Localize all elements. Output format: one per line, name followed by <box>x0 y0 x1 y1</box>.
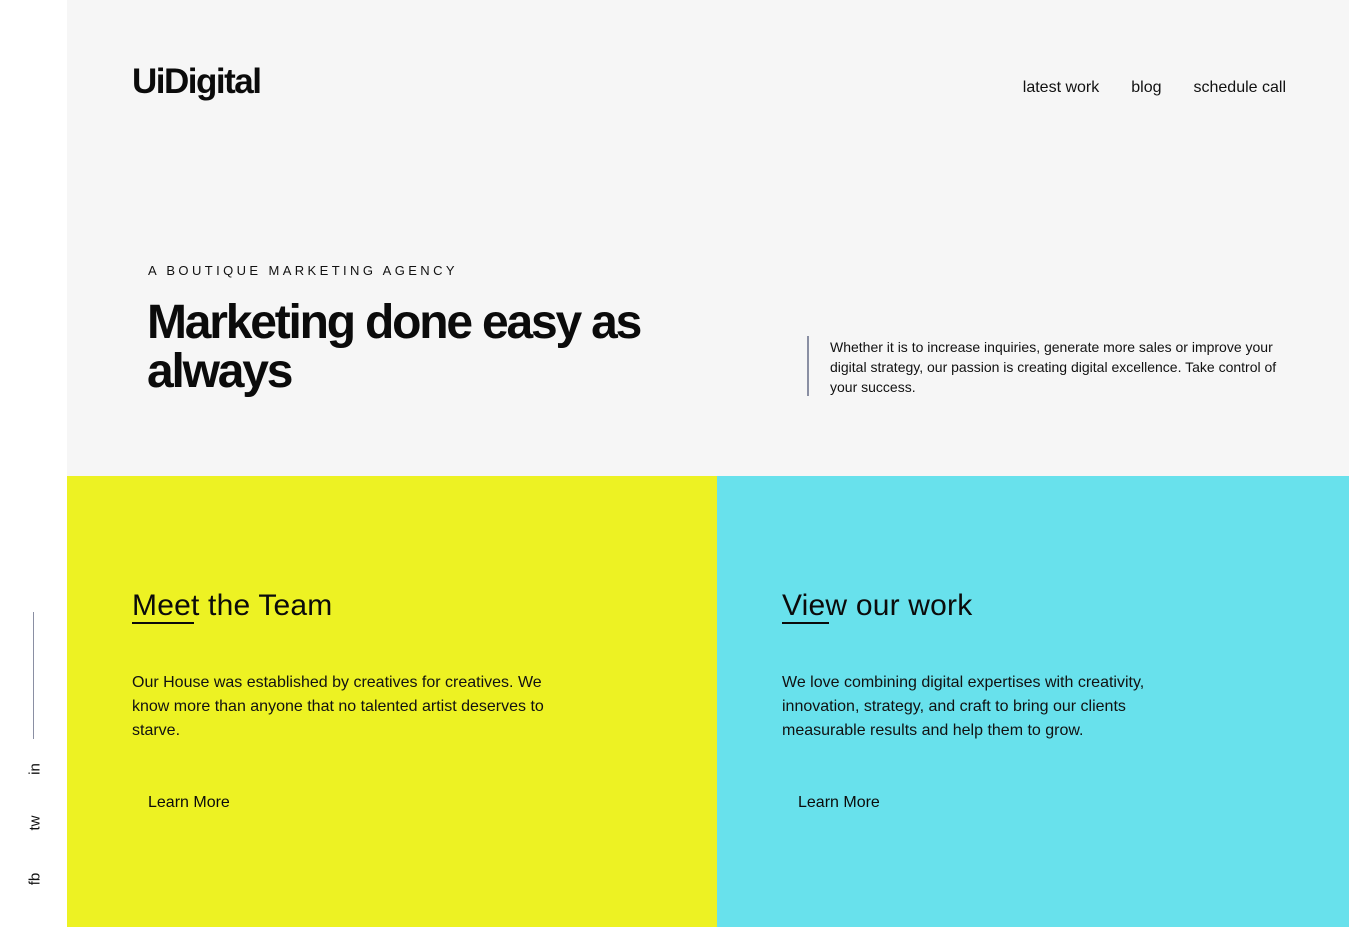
work-card: View our work We love combining digital … <box>717 476 1349 927</box>
work-learn-more-link[interactable]: Learn More <box>798 794 880 812</box>
hero-eyebrow: A BOUTIQUE MARKETING AGENCY <box>148 263 458 278</box>
team-card-title[interactable]: Meet the Team <box>132 589 333 624</box>
social-sidebar: in tw fb <box>0 0 67 927</box>
title-underline <box>782 622 829 624</box>
nav-latest-work[interactable]: latest work <box>1023 79 1099 97</box>
social-link-linkedin[interactable]: in <box>27 763 44 775</box>
work-card-title[interactable]: View our work <box>782 589 973 624</box>
team-card-body: Our House was established by creatives f… <box>132 674 544 739</box>
title-underline <box>132 622 194 624</box>
work-card-title-text: View our work <box>782 589 973 622</box>
hero-section: UiDigital latest work blog schedule call… <box>67 0 1349 476</box>
work-card-body: We love combining digital expertises wit… <box>782 674 1145 739</box>
brand-logo[interactable]: UiDigital <box>132 62 262 102</box>
team-card-title-text: Meet the Team <box>132 589 333 622</box>
sidebar-divider <box>33 612 34 739</box>
team-card: Meet the Team Our House was established … <box>67 476 717 927</box>
nav-schedule-call[interactable]: schedule call <box>1194 79 1287 97</box>
hero-intro: Whether it is to increase inquiries, gen… <box>807 336 1287 396</box>
social-link-twitter[interactable]: tw <box>27 816 44 831</box>
nav-blog[interactable]: blog <box>1131 79 1161 97</box>
team-learn-more-link[interactable]: Learn More <box>148 794 230 812</box>
hero-headline: Marketing done easy as always <box>147 296 642 398</box>
social-link-facebook[interactable]: fb <box>27 873 44 886</box>
main-nav: latest work blog schedule call <box>1023 79 1286 97</box>
